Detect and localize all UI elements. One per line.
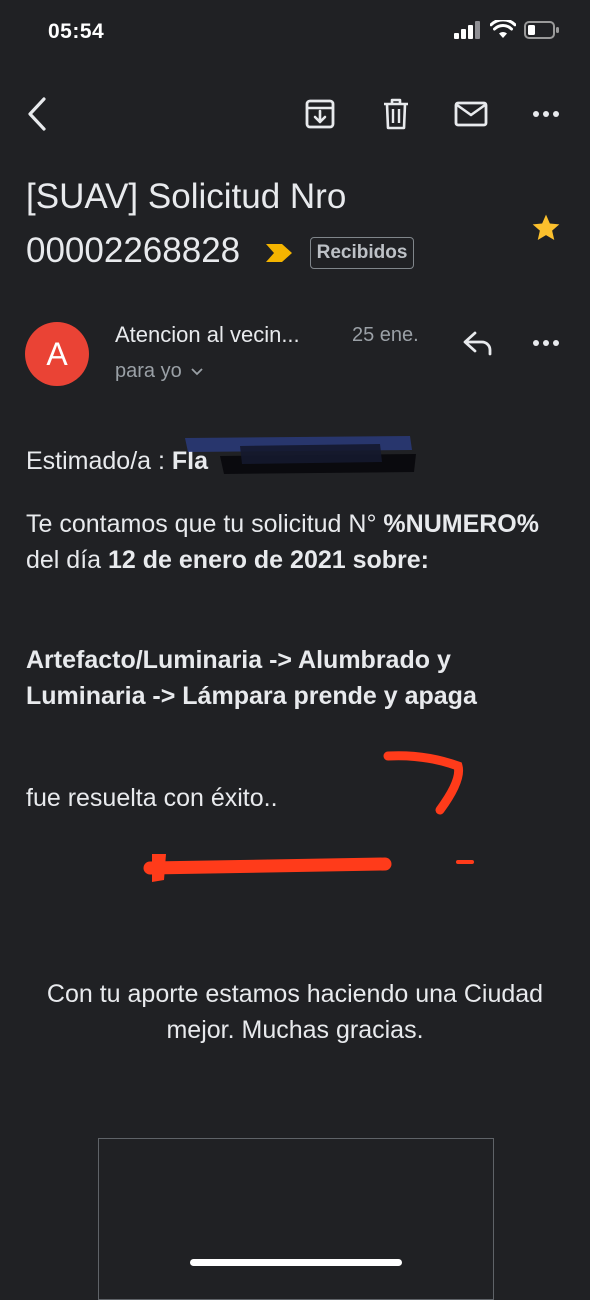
p1-number: %NUMERO% xyxy=(383,510,539,538)
signal-icon xyxy=(454,20,480,39)
status-icons xyxy=(454,20,560,39)
red-scribble-annotation xyxy=(143,751,474,882)
recipient-text: para yo xyxy=(115,360,182,382)
redaction-mark xyxy=(185,436,416,474)
archive-icon xyxy=(305,99,335,129)
delete-button[interactable] xyxy=(376,94,416,134)
reply-button[interactable] xyxy=(458,326,498,360)
more-icon xyxy=(533,340,559,346)
message-more-button[interactable] xyxy=(528,326,564,360)
more-options-button[interactable] xyxy=(528,94,564,134)
subject-text: [SUAV] Solicitud Nro 00002268828 xyxy=(26,177,347,270)
greeting-text: Estimado/a : xyxy=(26,447,165,475)
delete-icon xyxy=(384,98,408,130)
p1-text-b: del día xyxy=(26,546,102,574)
paragraph-request: Te contamos que tu solicitud N° %NUMERO%… xyxy=(26,506,566,578)
important-marker-icon xyxy=(265,243,292,262)
back-button[interactable] xyxy=(20,94,54,134)
label-chip[interactable]: Recibidos xyxy=(309,236,415,269)
more-icon xyxy=(533,111,559,117)
archive-button[interactable] xyxy=(300,94,340,134)
p1-text-a: Te contamos que tu solicitud N° xyxy=(26,510,377,538)
wifi-icon xyxy=(490,20,516,38)
star-icon xyxy=(532,214,560,240)
home-indicator[interactable] xyxy=(190,1259,402,1266)
sender-name: Atencion al vecin... xyxy=(115,322,300,347)
footer-image-box xyxy=(98,1138,494,1300)
mail-icon xyxy=(454,101,488,127)
email-date: 25 ene. xyxy=(352,324,419,346)
request-category: Artefacto/Luminaria -> Alumbrado y Lumin… xyxy=(26,646,477,710)
avatar[interactable]: A xyxy=(25,322,89,386)
chevron-down-icon xyxy=(191,368,203,375)
p1-date: 12 de enero de 2021 sobre: xyxy=(108,546,429,574)
status-time: 05:54 xyxy=(48,20,105,43)
email-subject: [SUAV] Solicitud Nro 00002268828 Recibid… xyxy=(26,170,526,278)
recipient-details[interactable]: para yo xyxy=(115,360,203,383)
battery-icon xyxy=(524,20,559,39)
reply-icon xyxy=(463,331,492,356)
mark-unread-button[interactable] xyxy=(450,94,492,134)
back-icon xyxy=(28,97,46,131)
footer-message: Con tu aporte estamos haciendo una Ciuda… xyxy=(46,980,544,1044)
star-button[interactable] xyxy=(528,210,564,246)
